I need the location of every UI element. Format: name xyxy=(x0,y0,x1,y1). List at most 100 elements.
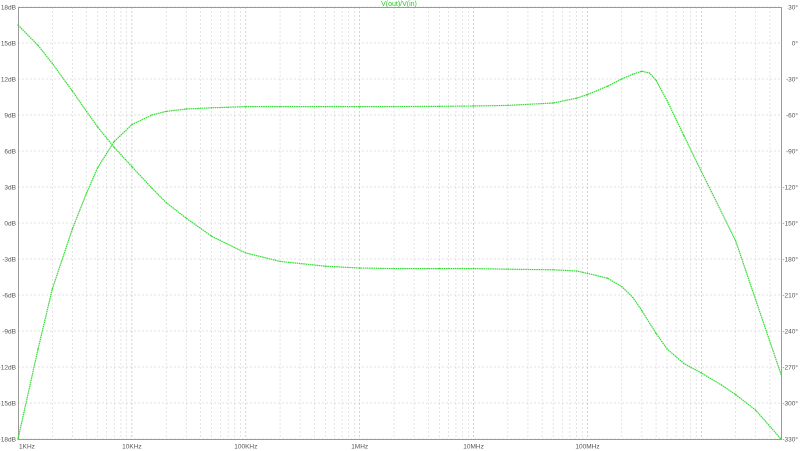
phase-data-point xyxy=(131,165,133,168)
phase-data-point xyxy=(71,90,74,92)
y-right-tick-label: -60° xyxy=(786,111,798,119)
y-left-tick-label: -3dB xyxy=(2,256,16,263)
magnitude-data-point xyxy=(358,105,361,108)
x-tick-label: 1KHz xyxy=(19,444,35,451)
magnitude-data-point xyxy=(700,170,703,173)
phase-data-point xyxy=(85,110,88,113)
magnitude-data-point xyxy=(780,373,782,375)
phase-data-point xyxy=(720,384,723,386)
phase-data-point xyxy=(755,409,757,411)
phase-data-point xyxy=(324,265,327,267)
y-left-tick-label: 12dB xyxy=(1,76,16,83)
y-right-tick-label: 30° xyxy=(788,3,798,11)
magnitude-data-point xyxy=(185,108,187,110)
y-left-tick-label: 0dB xyxy=(4,220,16,227)
magnitude-data-point xyxy=(245,105,247,108)
y-left-tick-label: 18dB xyxy=(1,4,16,11)
magnitude-data-point xyxy=(648,72,651,74)
y-right-tick-label: -120° xyxy=(782,183,798,191)
magnitude-data-point xyxy=(472,105,475,107)
phase-data-point xyxy=(586,272,589,275)
grid xyxy=(18,6,781,440)
magnitude-data-point xyxy=(655,79,657,81)
magnitude-data-point xyxy=(641,70,643,72)
magnitude-data-point xyxy=(621,78,623,80)
phase-data-point xyxy=(113,146,115,149)
phase-data-point xyxy=(358,267,361,269)
phase-data-point xyxy=(96,126,99,128)
magnitude-data-point xyxy=(552,102,554,104)
phase-data-point xyxy=(700,372,703,374)
magnitude-data-point xyxy=(113,140,115,143)
phase-data-point xyxy=(37,44,39,47)
phase-data-point xyxy=(666,348,668,350)
phase-data-point xyxy=(507,268,509,270)
phase-data-point xyxy=(641,309,643,312)
phase-data-point xyxy=(210,235,213,237)
magnitude-data-point xyxy=(85,192,88,194)
phase-data-point xyxy=(655,332,657,335)
phase-data-point xyxy=(575,270,578,272)
phase-data-point xyxy=(185,217,187,219)
y-left-tick-label: -9dB xyxy=(2,328,16,335)
magnitude-data-point xyxy=(575,97,578,99)
magnitude-trace xyxy=(17,70,782,440)
phase-data-point xyxy=(632,296,634,299)
phase-data-point xyxy=(780,438,782,440)
x-tick-label: 1MHz xyxy=(351,444,368,451)
y-right-tick-label: -30° xyxy=(786,75,798,83)
magnitude-data-point xyxy=(37,348,39,350)
magnitude-data-point xyxy=(210,107,213,109)
magnitude-data-point xyxy=(507,104,509,107)
magnitude-data-point xyxy=(51,288,53,290)
phase-trace xyxy=(17,24,782,440)
y-right-tick-label: -330° xyxy=(782,435,798,443)
y-left-tick-label: -18dB xyxy=(0,436,16,443)
phase-data-point xyxy=(683,362,685,365)
y-right-tick-label: -150° xyxy=(782,219,798,227)
y-right-tick-label: -180° xyxy=(782,255,798,263)
left-axis-ticks: 18dB 15dB 12dB 9dB 6dB 3dB 0dB -3dB -6dB -9dB -12d… xyxy=(0,4,16,443)
magnitude-data-point xyxy=(666,99,668,102)
magnitude-data-point xyxy=(632,73,634,75)
phase-data-point xyxy=(245,252,247,254)
phase-data-point xyxy=(438,267,441,270)
y-right-tick-label: -240° xyxy=(782,327,798,335)
y-left-tick-label: -15dB xyxy=(0,400,16,407)
magnitude-data-point xyxy=(71,228,74,230)
y-left-tick-label: -12dB xyxy=(0,364,16,371)
y-right-tick-label: -210° xyxy=(782,291,798,299)
magnitude-data-point xyxy=(683,134,685,137)
magnitude-data-point xyxy=(324,105,327,108)
chart-title: V(out)/V(in) xyxy=(381,1,417,8)
right-axis-ticks: 30° 0° -30° -60° -90° -120° -150° -180° -210° -24… xyxy=(782,3,798,443)
y-right-tick-label: -300° xyxy=(782,399,798,407)
phase-data-point xyxy=(165,201,167,204)
y-left-tick-label: 3dB xyxy=(4,184,16,191)
bode-plot: V(out)/V(in) 18dB 15dB 12dB 9dB 6dB 3dB 0dB -3d… xyxy=(0,1,798,451)
phase-data-point xyxy=(17,24,19,26)
magnitude-data-point xyxy=(279,105,281,108)
phase-data-point xyxy=(151,187,153,189)
y-left-tick-label: 6dB xyxy=(4,148,16,155)
x-axis-ticks: 1KHz 10KHz 100KHz 1MHz 10MHz 100MHz xyxy=(19,444,600,451)
magnitude-data-point xyxy=(165,110,167,113)
y-left-tick-label: 15dB xyxy=(1,40,16,47)
phase-data-point xyxy=(606,277,609,279)
magnitude-data-point xyxy=(438,105,441,108)
y-right-tick-label: 0° xyxy=(792,39,799,47)
magnitude-data-point xyxy=(734,240,737,242)
phase-data-point xyxy=(279,260,281,263)
magnitude-data-point xyxy=(17,438,19,440)
phase-data-point xyxy=(734,393,737,396)
magnitude-data-point xyxy=(131,123,133,126)
magnitude-data-point xyxy=(393,105,395,108)
x-tick-label: 100KHz xyxy=(234,444,257,451)
phase-data-point xyxy=(621,285,623,288)
y-left-tick-label: 9dB xyxy=(4,112,16,119)
x-tick-label: 10MHz xyxy=(463,444,484,451)
magnitude-data-point xyxy=(606,85,609,87)
phase-data-point xyxy=(472,267,475,270)
y-left-tick-label: -6dB xyxy=(2,292,16,299)
magnitude-data-point xyxy=(96,167,99,169)
